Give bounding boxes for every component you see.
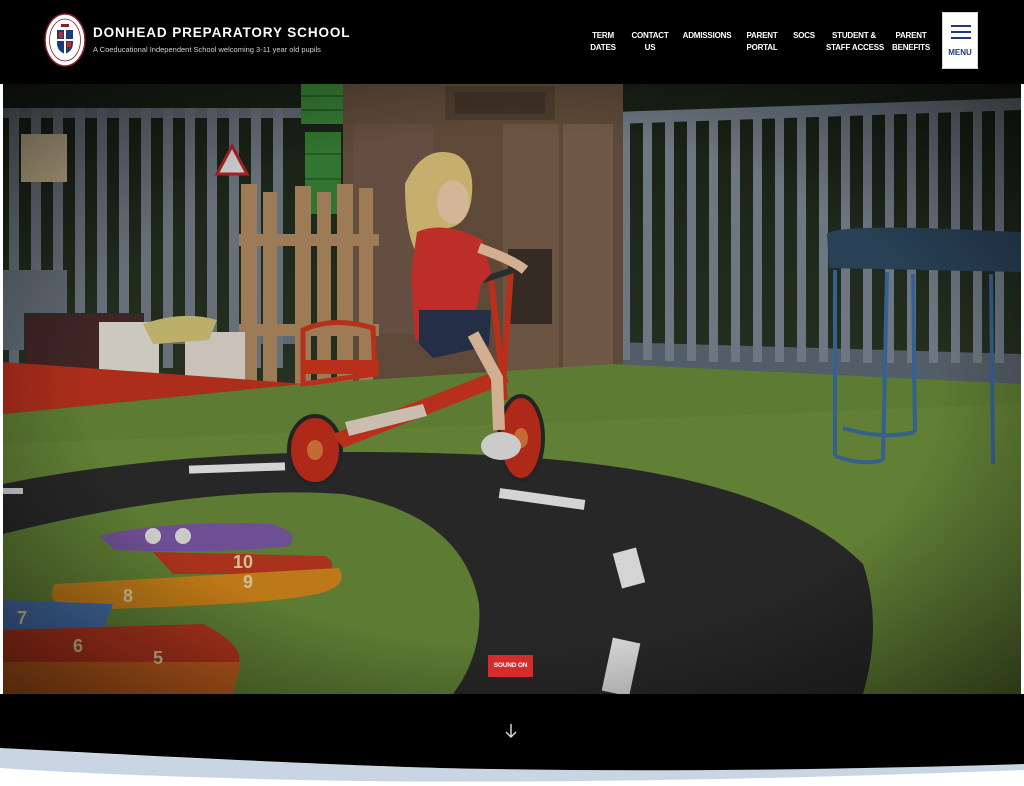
nav-contact-us-line-1: CONTACT — [631, 31, 669, 40]
nav-term-dates-line-1: TERM — [592, 31, 614, 40]
menu-button[interactable]: MENU — [942, 12, 978, 69]
nav-student-staff-line-2: STAFF ACCESS — [826, 43, 885, 52]
nav-parent-benefits-line-2: BENEFITS — [892, 43, 930, 52]
site-header: DONHEAD PREPARATORY SCHOOL A Coeducation… — [0, 0, 1024, 84]
menu-label: MENU — [948, 48, 972, 57]
school-name[interactable]: DONHEAD PREPARATORY SCHOOL — [93, 25, 350, 40]
nav-student-staff-line-1: STUDENT & — [832, 31, 876, 40]
hero-scene: 10 9 8 7 6 5 — [3, 84, 1021, 694]
nav-contact-us-line-2: US — [644, 43, 656, 52]
nav-term-dates[interactable]: TERM DATES — [588, 30, 618, 54]
nav-admissions[interactable]: ADMISSIONS — [682, 30, 732, 42]
page: DONHEAD PREPARATORY SCHOOL A Coeducation… — [0, 0, 1024, 786]
nav-socs[interactable]: SOCS — [790, 30, 818, 42]
nav-admissions-label: ADMISSIONS — [682, 31, 732, 40]
nav-parent-benefits[interactable]: PARENT BENEFITS — [890, 30, 932, 54]
nav-student-staff-access[interactable]: STUDENT & STAFF ACCESS — [826, 30, 885, 54]
nav-parent-benefits-line-1: PARENT — [895, 31, 927, 40]
nav-socs-label: SOCS — [793, 31, 815, 40]
hero-video[interactable]: 10 9 8 7 6 5 — [3, 84, 1021, 694]
nav-term-dates-line-2: DATES — [590, 43, 616, 52]
arrow-down-icon[interactable] — [502, 722, 520, 740]
school-crest-icon[interactable] — [44, 13, 86, 67]
nav-parent-portal-line-1: PARENT — [746, 31, 778, 40]
sound-on-button[interactable]: SOUND ON — [488, 655, 533, 677]
hamburger-icon — [951, 25, 971, 39]
nav-parent-portal-line-2: PORTAL — [746, 43, 778, 52]
lower-band — [0, 694, 1024, 786]
school-tagline: A Coeducational Independent School welco… — [93, 45, 321, 54]
nav-parent-portal[interactable]: PARENT PORTAL — [744, 30, 780, 54]
nav-contact-us[interactable]: CONTACT US — [630, 30, 670, 54]
